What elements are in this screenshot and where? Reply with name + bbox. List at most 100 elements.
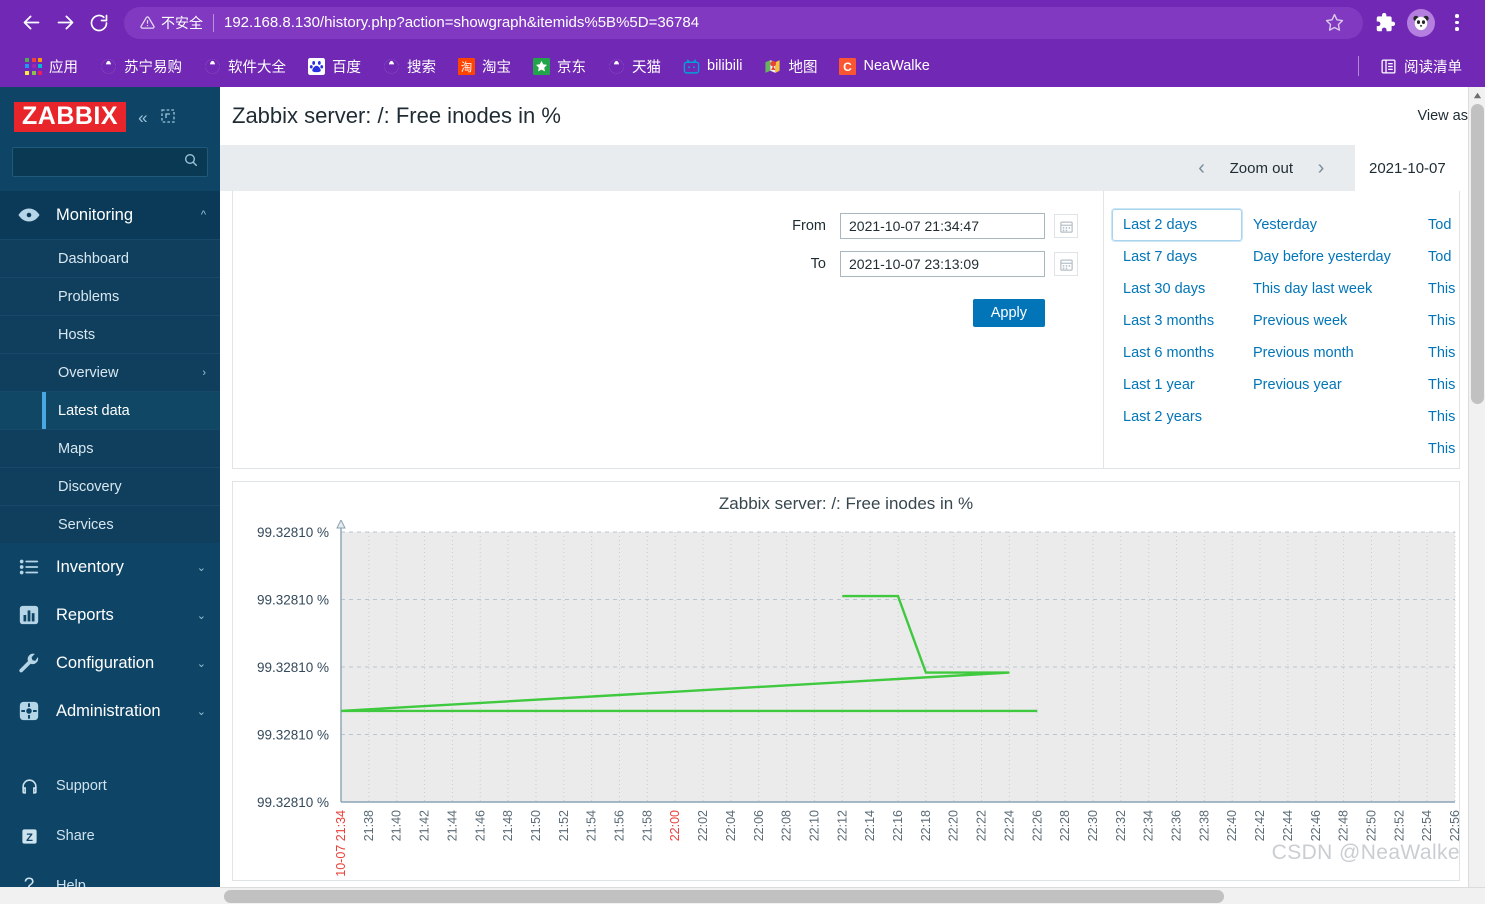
apply-button[interactable]: Apply xyxy=(972,299,1045,327)
sidebar-item-discovery[interactable]: Discovery xyxy=(0,467,220,505)
range-previous-year[interactable]: Previous year xyxy=(1242,369,1417,401)
calendar-icon[interactable] xyxy=(1054,252,1078,276)
headset-icon xyxy=(16,777,42,796)
range-yesterday[interactable]: Yesterday xyxy=(1242,209,1417,241)
reading-list-button[interactable]: 阅读清单 xyxy=(1369,51,1473,81)
horizontal-scrollbar[interactable] xyxy=(220,887,1485,904)
bookmark-search[interactable]: 搜索 xyxy=(372,51,447,81)
sidebar-group-reports[interactable]: Reports ⌄ xyxy=(0,591,220,639)
range-this-week-so-far[interactable]: This xyxy=(1417,305,1459,337)
range-day-before-yesterday[interactable]: Day before yesterday xyxy=(1242,241,1417,273)
range-this-month[interactable]: This xyxy=(1417,337,1459,369)
hscrollbar-left-stub xyxy=(0,887,220,904)
range-this-year[interactable]: This xyxy=(1417,401,1459,433)
svg-text:21:54: 21:54 xyxy=(585,810,599,841)
reading-list-label: 阅读清单 xyxy=(1404,59,1462,76)
range-this-year-so-far[interactable]: This xyxy=(1417,433,1459,465)
svg-text:99.32810 %: 99.32810 % xyxy=(257,593,329,608)
globe-icon xyxy=(384,58,399,74)
sidebar-item-dashboard[interactable]: Dashboard xyxy=(0,239,220,277)
back-arrow-icon[interactable] xyxy=(14,6,48,40)
puzzle-extensions-icon[interactable] xyxy=(1367,5,1403,41)
range-today-so-far[interactable]: Tod xyxy=(1417,241,1459,273)
chart-svg[interactable]: 99.32810 % 99.32810 % 99.32810 % 99.32810 %… xyxy=(233,518,1460,881)
vertical-scrollbar-thumb[interactable] xyxy=(1471,104,1484,404)
vertical-scrollbar[interactable] xyxy=(1468,87,1485,904)
sidebar-group-configuration[interactable]: Configuration ⌄ xyxy=(0,639,220,687)
sidebar-search[interactable] xyxy=(12,147,208,177)
globe-icon xyxy=(205,58,220,74)
search-input[interactable] xyxy=(23,154,183,170)
view-as-label[interactable]: View as xyxy=(1417,108,1470,124)
range-last-30-days[interactable]: Last 30 days xyxy=(1112,273,1242,305)
sidebar-item-latest-data[interactable]: Latest data xyxy=(0,391,220,429)
sidebar-item-overview[interactable]: Overview › xyxy=(0,353,220,391)
bookmark-software[interactable]: 软件大全 xyxy=(193,51,297,81)
range-this-week[interactable]: This xyxy=(1417,273,1459,305)
range-last-7-days[interactable]: Last 7 days xyxy=(1112,241,1242,273)
bookmark-taobao[interactable]: 淘 淘宝 xyxy=(447,51,522,81)
three-dot-menu-icon[interactable] xyxy=(1439,5,1475,41)
apps-grid-icon xyxy=(25,57,42,75)
svg-text:22:02: 22:02 xyxy=(696,810,710,841)
range-last-2-years[interactable]: Last 2 years xyxy=(1112,401,1242,433)
compact-view-icon[interactable] xyxy=(160,108,176,127)
bookmark-baidu[interactable]: 百度 xyxy=(297,51,372,81)
zabbix-logo[interactable]: ZABBIX xyxy=(14,102,127,132)
scroll-up-arrow-icon[interactable] xyxy=(1469,87,1485,104)
sidebar-group-label: Monitoring xyxy=(56,205,134,224)
calendar-icon[interactable] xyxy=(1054,214,1078,238)
reload-icon[interactable] xyxy=(82,6,116,40)
sidebar-group-monitoring[interactable]: Monitoring ^ xyxy=(0,191,220,239)
range-last-2-days[interactable]: Last 2 days xyxy=(1112,209,1242,241)
range-last-6-months[interactable]: Last 6 months xyxy=(1112,337,1242,369)
sidebar-item-hosts[interactable]: Hosts xyxy=(0,315,220,353)
bookmark-jd[interactable]: 京东 xyxy=(522,51,597,81)
chevron-right-icon[interactable]: › xyxy=(1301,157,1341,180)
graph-plot[interactable]: 99.32810 % 99.32810 % 99.32810 % 99.32810 %… xyxy=(233,518,1460,881)
range-previous-week[interactable]: Previous week xyxy=(1242,305,1417,337)
sidebar-item-maps[interactable]: Maps xyxy=(0,429,220,467)
sidebar-item-share[interactable]: Z Share xyxy=(0,811,220,861)
to-input[interactable] xyxy=(840,251,1045,277)
svg-text:22:16: 22:16 xyxy=(891,810,905,841)
svg-text:22:04: 22:04 xyxy=(724,810,738,841)
svg-text:99.32810 %: 99.32810 % xyxy=(257,660,329,675)
search-icon[interactable] xyxy=(183,152,199,173)
graph-title: Zabbix server: /: Free inodes in % xyxy=(718,494,974,513)
bookmark-apps[interactable]: 应用 xyxy=(14,51,89,81)
map-pin-icon xyxy=(765,59,781,73)
range-this-month-so-far[interactable]: This xyxy=(1417,369,1459,401)
range-last-1-year[interactable]: Last 1 year xyxy=(1112,369,1242,401)
from-input[interactable] xyxy=(840,213,1045,239)
star-icon[interactable] xyxy=(1319,13,1349,32)
sidebar-item-services[interactable]: Services xyxy=(0,505,220,543)
svg-text:10-07 21:34: 10-07 21:34 xyxy=(334,810,348,877)
panda-avatar-icon[interactable] xyxy=(1403,5,1439,41)
svg-text:21:44: 21:44 xyxy=(445,810,459,841)
chevron-left-icon[interactable]: ‹ xyxy=(1182,157,1222,180)
sidebar-group-administration[interactable]: Administration ⌄ xyxy=(0,687,220,735)
range-today[interactable]: Tod xyxy=(1417,209,1459,241)
bookmark-bilibili[interactable]: bilibili xyxy=(672,51,753,81)
sidebar-item-support[interactable]: Support xyxy=(0,761,220,811)
zoom-out-button[interactable]: Zoom out xyxy=(1222,160,1301,177)
svg-text:22:42: 22:42 xyxy=(1253,810,1267,841)
bookmark-suning[interactable]: 苏宁易购 xyxy=(89,51,193,81)
range-previous-month[interactable]: Previous month xyxy=(1242,337,1417,369)
time-range-tab[interactable]: 2021-10-07 xyxy=(1355,145,1470,191)
address-bar[interactable]: 不安全 192.168.8.130/history.php?action=sho… xyxy=(124,6,1363,39)
double-chevron-left-icon[interactable]: « xyxy=(138,109,147,126)
avatar[interactable] xyxy=(1407,8,1435,37)
bookmark-map[interactable]: 地图 xyxy=(753,51,828,81)
forward-arrow-icon[interactable] xyxy=(48,6,82,40)
range-last-3-months[interactable]: Last 3 months xyxy=(1112,305,1242,337)
gear-icon xyxy=(16,700,42,722)
bookmark-neawalke[interactable]: C NeaWalke xyxy=(828,51,940,81)
sidebar-item-problems[interactable]: Problems xyxy=(0,277,220,315)
horizontal-scrollbar-thumb[interactable] xyxy=(224,890,1224,903)
bookmark-tmall[interactable]: 天猫 xyxy=(597,51,672,81)
sidebar-group-inventory[interactable]: Inventory ⌄ xyxy=(0,543,220,591)
range-this-day-last-week[interactable]: This day last week xyxy=(1242,273,1417,305)
not-secure-indicator[interactable]: 不安全 xyxy=(140,13,203,33)
